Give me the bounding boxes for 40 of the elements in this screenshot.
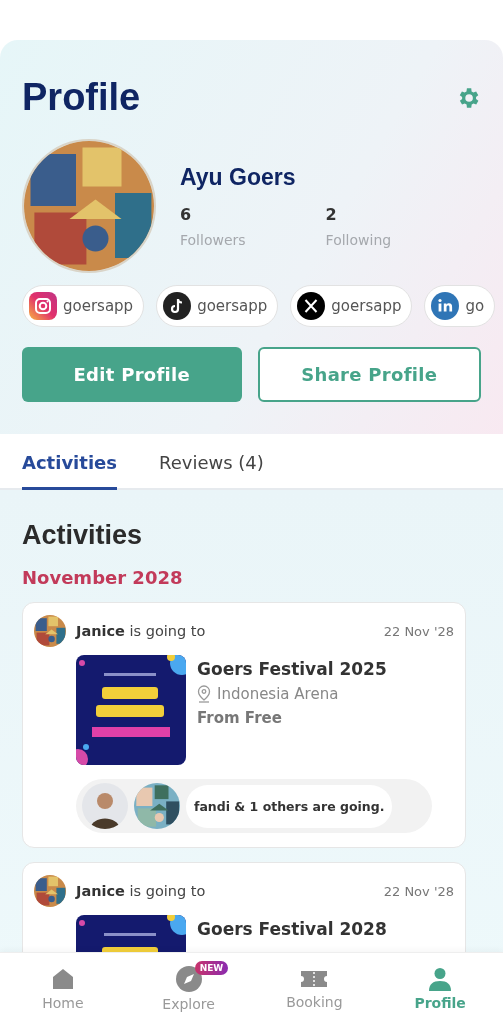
activity-card[interactable]: Janice is going to 22 Nov '28 Goers Festival 2025 Indonesia Arena From Free fandi & 1 others are going. — [22, 602, 466, 848]
music-note-logo-icon — [163, 292, 192, 320]
section-title: Activities — [22, 520, 144, 551]
attendees-bar[interactable]: fandi & 1 others are going. — [76, 779, 433, 833]
x-logo-icon — [297, 292, 326, 320]
person-avatar-icon — [82, 783, 128, 829]
compass-icon — [175, 965, 202, 992]
event-venue: Indonesia Arena — [217, 685, 339, 703]
event-title: Goers Festival 2028 — [197, 919, 387, 939]
camera-logo-icon — [29, 292, 57, 320]
activity-text: Janice is going to — [76, 623, 207, 639]
social-chip[interactable]: goersapp — [22, 285, 145, 327]
home-icon — [50, 966, 75, 991]
social-handle: goersapp — [331, 297, 402, 315]
stat-label: Followers — [180, 232, 246, 248]
new-badge: NEW — [194, 961, 229, 975]
user-icon — [428, 966, 453, 991]
month-heading: November 2028 — [22, 567, 184, 588]
tab[interactable]: Reviews (4) — [159, 434, 264, 490]
profile-name: Ayu Goers — [180, 164, 297, 191]
nav-item[interactable]: NEW Explore — [125, 953, 252, 1024]
event-price: From Free — [197, 709, 283, 727]
event-title: Goers Festival 2025 — [197, 659, 387, 679]
activity-date: 22 Nov '28 — [383, 883, 454, 899]
social-chip[interactable]: goersapp — [290, 285, 413, 327]
attendees-text: fandi & 1 others are going. — [186, 784, 393, 828]
stat-value: 6 — [180, 205, 193, 224]
stat-value: 2 — [325, 205, 338, 224]
linkedin-logo-icon — [431, 292, 460, 320]
social-handle: go — [465, 297, 485, 315]
stat-label: Following — [325, 232, 392, 248]
activity-date: 22 Nov '28 — [383, 623, 454, 639]
activity-card[interactable]: Janice is going to 22 Nov '28 Goers Festival 2028 — [22, 862, 466, 952]
social-handle: goersapp — [197, 297, 268, 315]
page-title: Profile — [22, 76, 141, 119]
social-chip[interactable]: goersapp — [156, 285, 279, 327]
location-pin-icon — [197, 685, 211, 703]
social-handle: goersapp — [63, 297, 134, 315]
social-chip[interactable]: go — [424, 285, 496, 327]
activity-text: Janice is going to — [76, 883, 207, 899]
